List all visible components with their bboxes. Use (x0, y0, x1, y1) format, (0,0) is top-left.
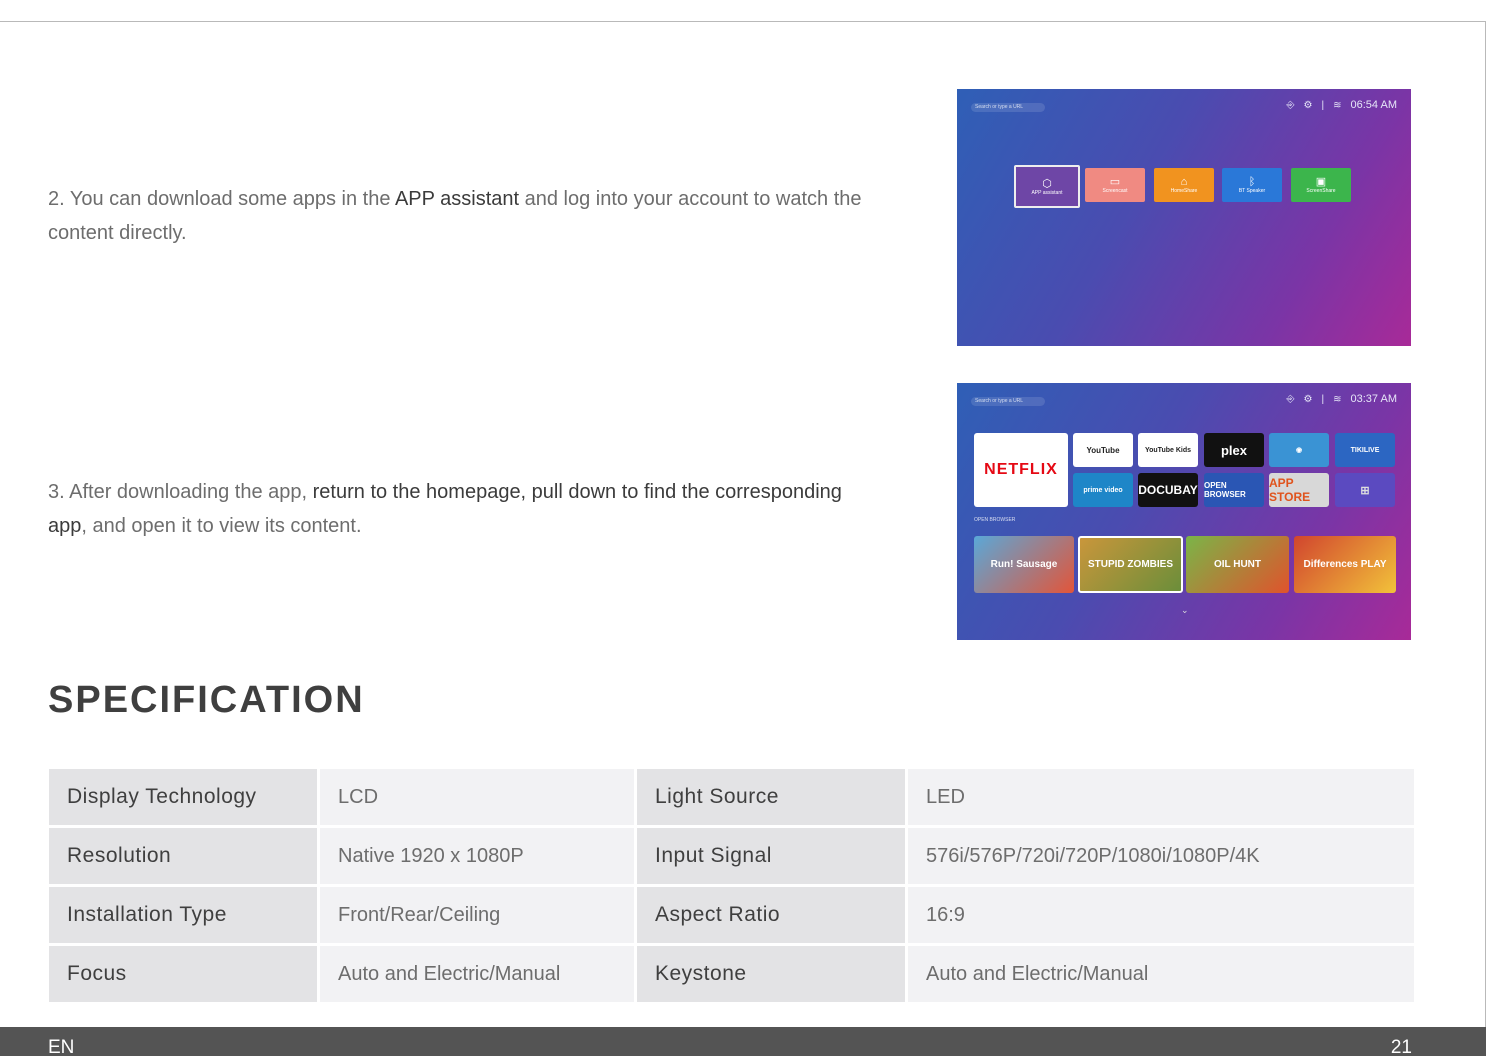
input-icon: ⎆ (1286, 393, 1295, 405)
bluetooth-icon: ᛒ (1248, 176, 1256, 188)
spec-value: LCD (320, 769, 634, 825)
game-tile: OIL HUNT (1186, 536, 1289, 593)
game-tile: Run! Sausage (974, 536, 1074, 593)
spec-value: Front/Rear/Ceiling (320, 887, 634, 943)
tv-time: 03:37 AM (1350, 393, 1397, 405)
screencast-icon: ▭ (1109, 176, 1121, 188)
spec-label: Input Signal (637, 828, 905, 884)
table-row: Installation Type Front/Rear/Ceiling Asp… (49, 887, 1414, 943)
app-docubay: DOCUBAY (1138, 473, 1198, 507)
divider-icon: | (1321, 99, 1325, 111)
chevron-down-icon: ⌄ (1181, 605, 1189, 615)
tv-home-screenshot-1: Search or type a URL ⎆ ⚙ | ≋ 06:54 AM ⬡ A… (957, 89, 1411, 346)
spec-value: 576i/576P/720i/720P/1080i/1080P/4K (908, 828, 1414, 884)
input-icon: ⎆ (1286, 99, 1295, 111)
tile-label: BT Speaker (1238, 188, 1266, 194)
spec-label: Aspect Ratio (637, 887, 905, 943)
app-prime-video: prime video (1073, 473, 1133, 507)
settings-icon: ⚙ (1303, 99, 1313, 111)
spec-label: Light Source (637, 769, 905, 825)
wifi-icon: ≋ (1333, 99, 1342, 111)
tile-homeshare: ⌂ HomeShare (1154, 168, 1214, 202)
spec-title: SPECIFICATION (48, 679, 365, 721)
table-row: Resolution Native 1920 x 1080P Input Sig… (49, 828, 1414, 884)
spec-value: LED (908, 769, 1414, 825)
tile-app-assistant: ⬡ APP assistant (1014, 165, 1080, 208)
screenshare-icon: ▣ (1315, 176, 1327, 188)
tv-search-bar: Search or type a URL (971, 103, 1045, 112)
divider-icon: | (1321, 393, 1325, 405)
spec-value: Auto and Electric/Manual (908, 946, 1414, 1002)
tile-bt-speaker: ᛒ BT Speaker (1222, 168, 1282, 202)
settings-icon: ⚙ (1303, 393, 1313, 405)
spec-value: Auto and Electric/Manual (320, 946, 634, 1002)
spec-table: Display Technology LCD Light Source LED … (46, 766, 1417, 1005)
app-assistant-icon: ⬡ (1042, 177, 1052, 190)
game-tile: Differences PLAY (1294, 536, 1396, 593)
spec-label: Resolution (49, 828, 317, 884)
tile-label: Screencast (1102, 188, 1128, 194)
tile-label: ScreenShare (1306, 188, 1336, 194)
wifi-icon: ≋ (1333, 393, 1342, 405)
spec-value: Native 1920 x 1080P (320, 828, 634, 884)
step-3-paragraph: 3. After downloading the app, return to … (48, 475, 848, 543)
app-tikilive: TIKILIVE (1335, 433, 1395, 467)
app-plex: plex (1204, 433, 1264, 467)
tv-section-label: OPEN BROWSER (974, 517, 1016, 523)
spec-label: Focus (49, 946, 317, 1002)
step-3-text-end: , and open it to view its content. (81, 515, 362, 537)
page-footer: EN 21 (0, 1027, 1486, 1058)
tile-screenshare: ▣ ScreenShare (1291, 168, 1351, 202)
spec-label: Display Technology (49, 769, 317, 825)
app-youtube-kids: YouTube Kids (1138, 433, 1198, 467)
homeshare-icon: ⌂ (1180, 176, 1188, 188)
spec-value: 16:9 (908, 887, 1414, 943)
tv-home-screenshot-2: Search or type a URL ⎆ ⚙ | ≋ 03:37 AM NE… (957, 383, 1411, 640)
app-netflix: NETFLIX (974, 433, 1068, 507)
table-row: Focus Auto and Electric/Manual Keystone … (49, 946, 1414, 1002)
app-app-store: APP STORE (1269, 473, 1329, 507)
game-tile: STUPID ZOMBIES (1078, 536, 1183, 593)
tv-search-bar: Search or type a URL (971, 397, 1045, 406)
tile-screencast: ▭ Screencast (1085, 168, 1145, 202)
spec-label: Installation Type (49, 887, 317, 943)
step-2-paragraph: 2. You can download some apps in the APP… (48, 182, 918, 250)
step-2-highlight: APP assistant (394, 188, 520, 210)
tile-label: APP assistant (1031, 189, 1063, 196)
table-row: Display Technology LCD Light Source LED (49, 769, 1414, 825)
app-grid-icon: ⊞ (1335, 473, 1395, 507)
tv-status-bar: ⎆ ⚙ | ≋ 06:54 AM (1287, 99, 1397, 111)
tv-time: 06:54 AM (1350, 99, 1397, 111)
app-youtube: YouTube (1073, 433, 1133, 467)
app-game-icon: ◉ (1269, 433, 1329, 467)
tv-status-bar: ⎆ ⚙ | ≋ 03:37 AM (1287, 393, 1397, 405)
tile-label: HomeShare (1170, 188, 1198, 194)
app-open-browser: OPEN BROWSER (1204, 473, 1264, 507)
spec-label: Keystone (637, 946, 905, 1002)
step-2-text: 2. You can download some apps in the (48, 188, 395, 210)
step-3-text: 3. After downloading the app, (48, 481, 313, 503)
